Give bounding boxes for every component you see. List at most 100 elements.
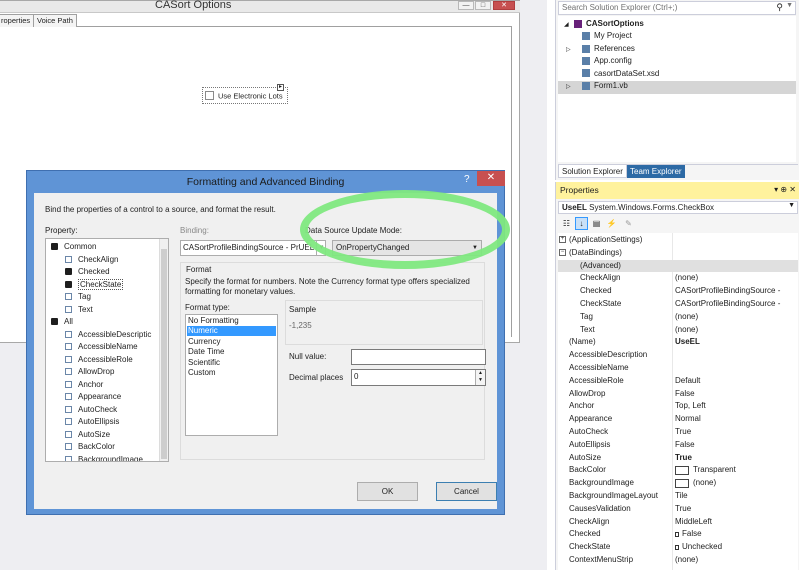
property-row[interactable]: (Advanced) (558, 259, 798, 273)
property-row[interactable]: AccessibleRole Default (558, 375, 798, 388)
tree-item[interactable]: Appearance (65, 392, 121, 405)
use-electronic-lots-checkbox[interactable]: Use Electronic Lots (202, 87, 288, 104)
chevron-down-icon[interactable]: ▼ (786, 2, 793, 9)
property-row[interactable]: CheckAlign MiddleLeft (558, 516, 798, 529)
ok-button[interactable]: OK (357, 482, 418, 501)
property-row[interactable]: (Name) UseEL (558, 336, 798, 349)
property-value-cell[interactable]: True (675, 504, 798, 513)
property-row[interactable]: Appearance Normal (558, 413, 798, 426)
property-value-cell[interactable]: (none) (675, 478, 798, 488)
property-row[interactable]: AutoEllipsis False (558, 439, 798, 452)
alphabetical-icon[interactable]: ↓ (575, 217, 588, 230)
property-value-cell[interactable]: CASortProfileBindingSource - (675, 299, 798, 308)
format-type-item[interactable]: Numeric (187, 326, 276, 337)
expander-icon[interactable]: ▷ (566, 46, 574, 53)
format-type-list[interactable]: No Formatting Numeric Currency Date Time Sci… (185, 314, 278, 436)
property-value-cell[interactable]: False (675, 529, 798, 538)
panel-controls-icon[interactable]: ▾ ⊕ ✕ (774, 185, 796, 194)
spin-buttons-icon[interactable]: ▲ ▼ (475, 370, 485, 385)
property-row[interactable]: AccessibleDescription (558, 349, 798, 362)
property-value-cell[interactable]: CASortProfileBindingSource - (675, 286, 798, 295)
property-row[interactable]: Anchor Top, Left (558, 400, 798, 413)
tree-item[interactable]: BackgroundImage (65, 455, 143, 461)
tree-item[interactable]: Text (65, 305, 93, 318)
property-row[interactable]: CheckState Unchecked (558, 541, 798, 554)
panel-splitter[interactable] (547, 0, 555, 570)
property-tree[interactable]: Common CheckAlign Checked CheckState Tag Text… (45, 238, 169, 462)
property-value-cell[interactable]: True (675, 453, 798, 462)
property-pages-icon[interactable]: ✎ (622, 217, 635, 230)
tree-item[interactable]: AutoCheck (65, 405, 117, 418)
property-row[interactable]: CausesValidation True (558, 503, 798, 516)
tree-item[interactable]: AllowDrop (65, 367, 114, 380)
property-row[interactable]: CheckState CASortProfileBindingSource - (558, 298, 798, 311)
decimal-places-stepper[interactable]: 0 ▲ ▼ (351, 369, 486, 386)
property-grid[interactable]: + (ApplicationSettings) − (DataBindings) (Ad… (558, 233, 798, 570)
tab-properties[interactable]: roperties (0, 14, 35, 27)
property-row[interactable]: AutoSize True (558, 452, 798, 465)
property-row[interactable]: BackColor Transparent (558, 464, 798, 477)
property-row[interactable]: + (ApplicationSettings) (558, 234, 798, 247)
tree-item[interactable]: BackColor (65, 442, 115, 455)
help-icon[interactable]: ? (464, 174, 474, 186)
format-type-item[interactable]: Custom (187, 368, 276, 378)
search-icon[interactable]: ⚲ (776, 2, 783, 13)
solution-item[interactable]: App.config (558, 56, 796, 69)
format-type-item[interactable]: Scientific (187, 358, 276, 368)
tree-item[interactable]: AccessibleRole (65, 355, 133, 368)
property-row[interactable]: ContextMenuStrip (none) (558, 554, 798, 567)
property-row[interactable]: Text (none) (558, 324, 798, 337)
solution-item[interactable]: casortDataSet.xsd (558, 69, 796, 82)
property-row[interactable]: AllowDrop False (558, 388, 798, 401)
expander-icon[interactable]: + (559, 236, 566, 243)
property-value-cell[interactable]: Tile (675, 491, 798, 500)
property-value-cell[interactable]: UseEL (675, 337, 798, 346)
tree-item[interactable]: AccessibleDescriptic (65, 330, 151, 343)
property-row[interactable]: Tag (none) (558, 311, 798, 324)
tree-item[interactable]: All (51, 317, 73, 330)
solution-item[interactable]: ▷ Form1.vb (558, 81, 796, 94)
tree-scrollbar[interactable] (159, 239, 168, 461)
format-type-item[interactable]: Date Time (187, 347, 276, 357)
property-value-cell[interactable]: False (675, 440, 798, 449)
property-row[interactable]: BackgroundImageLayout Tile (558, 490, 798, 503)
tab-voice-path[interactable]: Voice Path (33, 14, 77, 27)
expander-icon[interactable]: − (559, 248, 566, 256)
property-value-cell[interactable]: Transparent (675, 465, 798, 475)
solution-item[interactable]: ◢ CASortOptions (558, 19, 796, 32)
tree-item[interactable]: CheckAlign (65, 255, 118, 268)
binding-combo[interactable]: CASortProfileBindingSource - PrUEL ▼ (180, 240, 326, 256)
property-value-cell[interactable]: Normal (675, 414, 798, 423)
property-value-cell[interactable]: (none) (675, 312, 798, 321)
solution-item[interactable]: My Project (558, 31, 796, 44)
property-row[interactable]: Checked False (558, 528, 798, 541)
solution-search-input[interactable]: Search Solution Explorer (Ctrl+;) ⚲ ▼ (558, 1, 796, 15)
property-row[interactable]: AutoCheck True (558, 426, 798, 439)
solution-item[interactable]: ▷ References (558, 44, 796, 57)
null-value-input[interactable] (351, 349, 486, 365)
object-selector[interactable]: UseEL System.Windows.Forms.CheckBox ▼ (558, 201, 798, 214)
property-row[interactable]: AccessibleName (558, 362, 798, 375)
chevron-down-icon[interactable]: ▼ (788, 202, 795, 209)
format-type-item[interactable]: No Formatting (187, 316, 276, 326)
property-value-cell[interactable]: (none) (675, 325, 798, 334)
solution-tree[interactable]: ◢ CASortOptions My Project ▷ References App.c… (558, 16, 796, 162)
property-row[interactable]: CheckAlign (none) (558, 272, 798, 285)
expander-icon[interactable]: ◢ (564, 21, 572, 28)
property-value-cell[interactable]: Unchecked (675, 542, 798, 551)
format-type-item[interactable]: Currency (187, 337, 276, 347)
cancel-button[interactable]: Cancel (436, 482, 497, 501)
property-value-cell[interactable]: False (675, 389, 798, 398)
tree-item[interactable]: CheckState (65, 278, 124, 293)
tree-item[interactable]: Checked (65, 267, 110, 280)
tree-item[interactable]: AccessibleName (65, 342, 138, 355)
property-value-cell[interactable]: Default (675, 376, 798, 385)
tab-team-explorer[interactable]: Team Explorer (627, 165, 685, 178)
property-row[interactable]: − (DataBindings) (558, 247, 798, 260)
property-value-cell[interactable]: (none) (675, 555, 798, 564)
dialog-close-button[interactable]: ✕ (477, 171, 505, 186)
expander-icon[interactable]: ▷ (566, 83, 574, 90)
property-value-cell[interactable]: MiddleLeft (675, 517, 798, 526)
tree-item[interactable]: AutoSize (65, 430, 110, 443)
categorized-icon[interactable]: ☷ (560, 217, 573, 230)
